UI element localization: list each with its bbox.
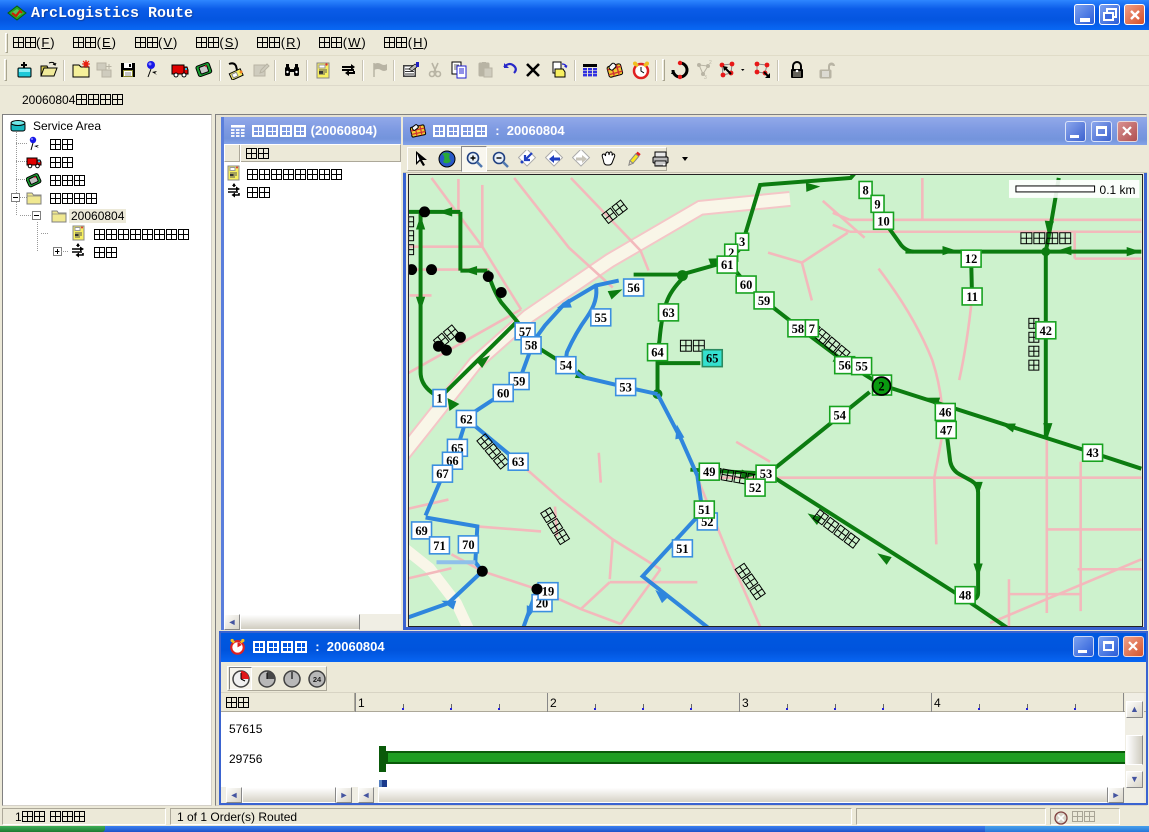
svg-text:7: 7 [809, 322, 815, 336]
svg-text:54: 54 [560, 359, 572, 373]
svg-text:53: 53 [619, 381, 631, 395]
svg-text:48: 48 [959, 589, 971, 603]
svg-text:60: 60 [740, 278, 752, 292]
svg-text:63: 63 [662, 306, 674, 320]
svg-text:9: 9 [874, 197, 880, 211]
svg-text:8: 8 [862, 183, 868, 197]
svg-text:63: 63 [512, 455, 524, 469]
svg-text:0.1 km: 0.1 km [1100, 183, 1136, 197]
svg-text:47: 47 [940, 423, 952, 437]
svg-text:49: 49 [703, 465, 715, 479]
svg-text:65: 65 [706, 352, 718, 366]
svg-text:59: 59 [513, 375, 525, 389]
svg-text:24: 24 [313, 675, 322, 684]
svg-text:46: 46 [939, 405, 951, 419]
svg-text:12: 12 [965, 252, 977, 266]
svg-text:59: 59 [758, 294, 770, 308]
svg-text:62: 62 [460, 412, 472, 426]
svg-text:56: 56 [838, 359, 850, 373]
svg-text:67: 67 [436, 467, 448, 481]
svg-text:58: 58 [525, 339, 537, 353]
svg-text:64: 64 [651, 346, 663, 360]
svg-text:11: 11 [966, 290, 978, 304]
svg-text:43: 43 [1086, 446, 1098, 460]
svg-text:55: 55 [595, 311, 607, 325]
svg-text:70: 70 [462, 538, 474, 552]
svg-text:58: 58 [792, 322, 804, 336]
svg-text:2: 2 [878, 380, 884, 394]
svg-text:51: 51 [676, 542, 688, 556]
svg-text:56: 56 [627, 281, 639, 295]
svg-text:55: 55 [855, 360, 867, 374]
svg-text:54: 54 [833, 408, 845, 422]
svg-text:71: 71 [433, 539, 445, 553]
svg-text:60: 60 [497, 387, 509, 401]
svg-text:52: 52 [749, 481, 761, 495]
svg-text:1: 1 [436, 391, 442, 405]
svg-text:19: 19 [542, 585, 554, 599]
svg-text:3: 3 [739, 235, 745, 249]
svg-text:69: 69 [415, 524, 427, 538]
svg-text:3: 3 [704, 75, 707, 80]
svg-text:42: 42 [1040, 324, 1052, 338]
svg-text:51: 51 [698, 503, 710, 517]
svg-text:10: 10 [877, 214, 889, 228]
svg-text:61: 61 [721, 258, 733, 272]
svg-text:2: 2 [709, 60, 712, 66]
